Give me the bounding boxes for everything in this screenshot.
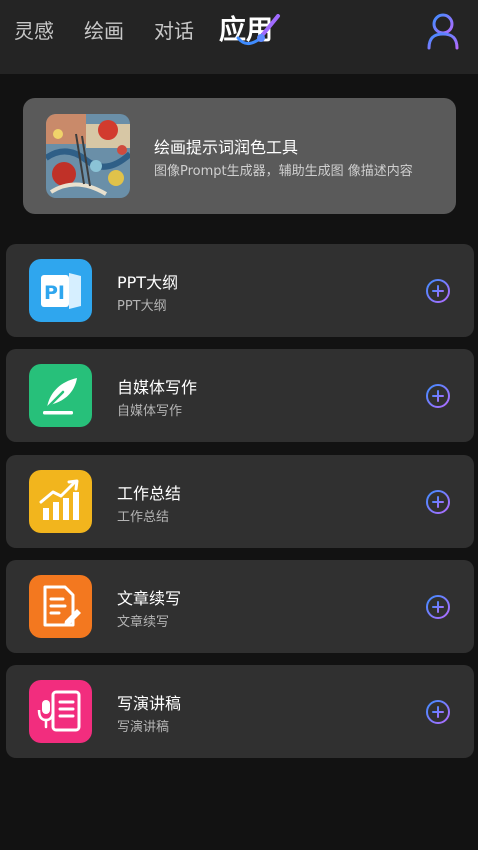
tab-painting[interactable]: 绘画 bbox=[84, 0, 124, 62]
add-circle-icon[interactable] bbox=[425, 489, 451, 515]
add-circle-icon[interactable] bbox=[425, 699, 451, 725]
tab-chat[interactable]: 对话 bbox=[154, 0, 194, 62]
app-title: 工作总结 bbox=[117, 484, 182, 503]
app-subtitle: 工作总结 bbox=[117, 510, 170, 525]
app-card-work-summary[interactable]: 工作总结 工作总结 bbox=[6, 455, 474, 548]
top-nav-bar: 灵感 绘画 对话 应用 bbox=[0, 0, 478, 74]
featured-tool-card[interactable]: 绘画提示词润色工具 图像Prompt生成器，辅助生成图 像描述内容 bbox=[23, 98, 456, 214]
svg-text:PI: PI bbox=[44, 282, 65, 304]
add-circle-icon[interactable] bbox=[425, 278, 451, 304]
abstract-painting-thumbnail bbox=[46, 114, 130, 198]
ppt-icon: PI bbox=[29, 259, 92, 322]
document-edit-icon bbox=[29, 575, 92, 638]
app-subtitle: 自媒体写作 bbox=[117, 404, 183, 419]
microphone-script-icon bbox=[29, 680, 92, 743]
app-title: 写演讲稿 bbox=[117, 694, 182, 713]
app-card-speech-writing[interactable]: 写演讲稿 写演讲稿 bbox=[6, 665, 474, 758]
featured-description: 图像Prompt生成器，辅助生成图 像描述内容 bbox=[154, 164, 413, 179]
app-subtitle: 文章续写 bbox=[117, 615, 170, 630]
app-card-ppt-outline[interactable]: PI PPT大纲 PPT大纲 bbox=[6, 244, 474, 337]
active-tab-brush-icon bbox=[236, 14, 280, 45]
user-icon[interactable] bbox=[426, 12, 460, 50]
growth-chart-icon bbox=[29, 470, 92, 533]
app-title: PPT大纲 bbox=[117, 273, 179, 292]
add-circle-icon[interactable] bbox=[425, 383, 451, 409]
tab-inspiration[interactable]: 灵感 bbox=[14, 0, 54, 62]
app-subtitle: PPT大纲 bbox=[117, 299, 167, 314]
app-subtitle: 写演讲稿 bbox=[117, 720, 170, 735]
feather-pen-icon bbox=[29, 364, 92, 427]
app-card-article-continue[interactable]: 文章续写 文章续写 bbox=[6, 560, 474, 653]
app-title: 文章续写 bbox=[117, 589, 182, 608]
featured-title: 绘画提示词润色工具 bbox=[154, 138, 299, 157]
app-title: 自媒体写作 bbox=[117, 378, 198, 397]
add-circle-icon[interactable] bbox=[425, 594, 451, 620]
app-card-media-writing[interactable]: 自媒体写作 自媒体写作 bbox=[6, 349, 474, 442]
